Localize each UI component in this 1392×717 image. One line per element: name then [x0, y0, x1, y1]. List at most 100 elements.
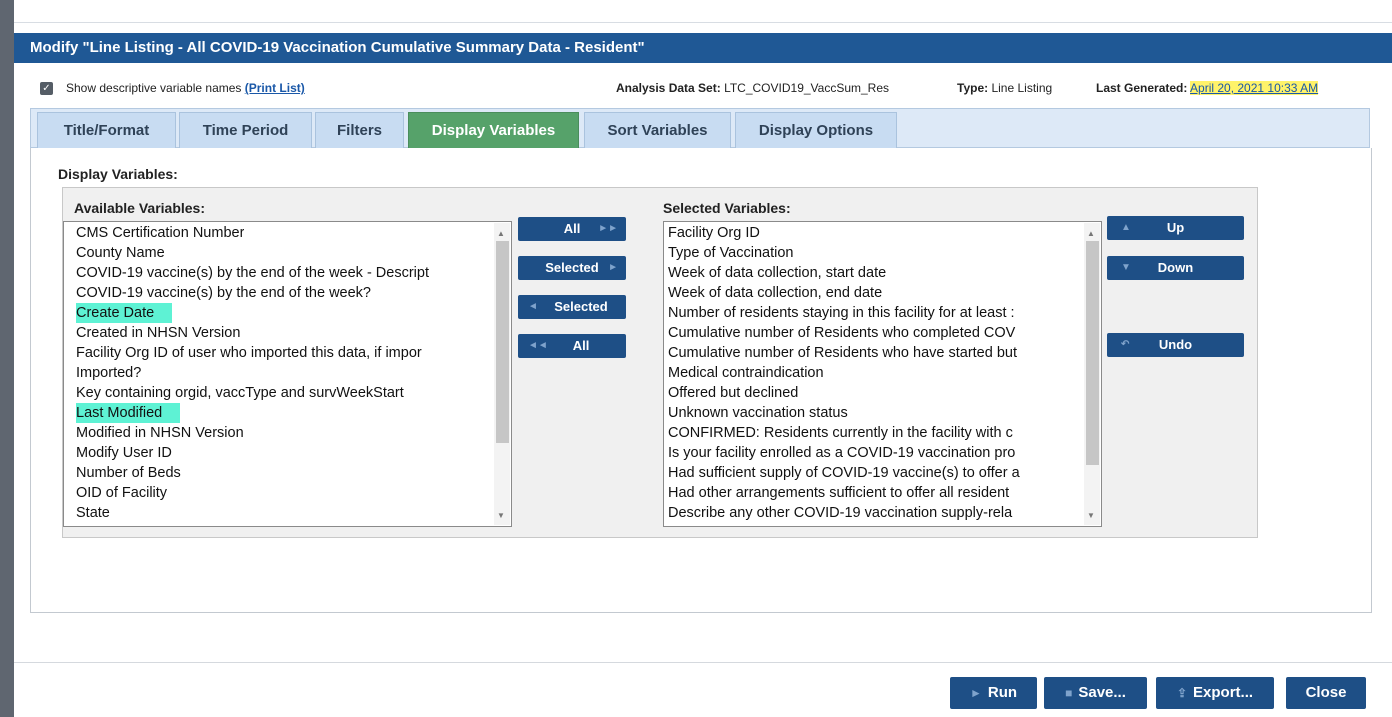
scroll-down-icon[interactable]: ▼: [497, 511, 505, 520]
tab-title-format[interactable]: Title/Format: [37, 112, 176, 148]
tab-display-options[interactable]: Display Options: [735, 112, 897, 148]
show-descriptive-names-label: Show descriptive variable names (Print L…: [66, 81, 305, 95]
list-item[interactable]: COVID-19 vaccine(s) by the end of the we…: [76, 263, 491, 283]
move-up-button[interactable]: ▲ Up: [1107, 216, 1244, 240]
available-variables-label: Available Variables:: [74, 200, 205, 216]
tab-display-variables[interactable]: Display Variables: [408, 112, 579, 148]
list-item[interactable]: Facility Org ID: [668, 223, 760, 243]
scroll-up-icon[interactable]: ▲: [1087, 229, 1095, 238]
save-label: Save...: [1078, 684, 1126, 701]
analysis-value: LTC_COVID19_VaccSum_Res: [724, 81, 890, 95]
list-item[interactable]: OID of Facility: [76, 483, 167, 503]
play-icon: ►: [969, 686, 982, 700]
list-item[interactable]: Is your facility enrolled as a COVID-19 …: [668, 443, 1082, 463]
list-item[interactable]: Offered but declined: [668, 383, 798, 403]
last-generated: Last Generated: April 20, 2021 10:33 AM: [1096, 81, 1319, 95]
list-item[interactable]: COVID-19 vaccine(s) by the end of the we…: [76, 283, 371, 303]
move-down-button[interactable]: ▼ Down: [1107, 256, 1244, 280]
list-item[interactable]: Imported?: [76, 363, 141, 383]
list-item-highlighted[interactable]: Last Modified: [76, 403, 181, 423]
selected-variables-label: Selected Variables:: [663, 200, 791, 216]
move-all-left-button[interactable]: ◄◄ All: [518, 334, 626, 358]
run-label: Run: [987, 684, 1018, 701]
double-arrow-left-icon: ◄◄: [528, 340, 548, 351]
arrow-right-icon: ►: [608, 262, 618, 273]
list-item[interactable]: Created in NHSN Version: [76, 323, 240, 343]
available-variables-list[interactable]: CMS Certification Number County Name COV…: [63, 221, 512, 527]
analysis-label: Analysis Data Set:: [616, 81, 721, 95]
list-item[interactable]: Type of Vaccination: [668, 243, 793, 263]
info-bar: ✓ Show descriptive variable names (Print…: [14, 76, 1392, 100]
arrow-left-icon: ◄: [528, 301, 538, 312]
move-selected-left-label: Selected: [554, 299, 608, 314]
move-up-label: Up: [1166, 220, 1185, 235]
window-left-edge: [0, 0, 14, 717]
list-item[interactable]: Unknown vaccination status: [668, 403, 848, 423]
list-item[interactable]: Week of data collection, start date: [668, 263, 886, 283]
last-generated-value[interactable]: April 20, 2021 10:33 AM: [1190, 81, 1319, 95]
list-item[interactable]: Had sufficient supply of COVID-19 vaccin…: [668, 463, 1082, 483]
close-label: Close: [1305, 684, 1347, 701]
footer-divider: [14, 662, 1392, 663]
move-selected-right-label: Selected: [545, 260, 599, 275]
move-selected-right-button[interactable]: Selected ►: [518, 256, 626, 280]
move-down-label: Down: [1157, 260, 1194, 275]
scroll-up-icon[interactable]: ▲: [497, 229, 505, 238]
list-item[interactable]: Cumulative number of Residents who have …: [668, 343, 1082, 363]
selected-variables-list[interactable]: Facility Org ID Type of Vaccination Week…: [663, 221, 1102, 527]
list-item[interactable]: Number of residents staying in this faci…: [668, 303, 1082, 323]
list-item[interactable]: Modify User ID: [76, 443, 172, 463]
list-item[interactable]: CONFIRMED: Residents currently in the fa…: [668, 423, 1082, 443]
type-label: Type:: [957, 81, 989, 95]
list-item[interactable]: Modified in NHSN Version: [76, 423, 244, 443]
list-item[interactable]: Number of Beds: [76, 463, 181, 483]
list-item[interactable]: Describe any other COVID-19 vaccination …: [668, 503, 1082, 523]
tab-bar: Title/Format Time Period Filters Display…: [30, 108, 1370, 148]
run-button[interactable]: ► Run: [950, 677, 1037, 709]
show-names-text: Show descriptive variable names: [66, 81, 242, 95]
scrollbar-thumb[interactable]: [496, 241, 509, 443]
dialog-title: Modify "Line Listing - All COVID-19 Vacc…: [14, 33, 1392, 63]
tab-filters[interactable]: Filters: [315, 112, 404, 148]
list-item[interactable]: County Name: [76, 243, 165, 263]
type-info: Type: Line Listing: [957, 81, 1052, 95]
list-item[interactable]: State: [76, 503, 110, 523]
arrow-down-icon: ▼: [1121, 262, 1131, 273]
export-icon: ⇪: [1176, 686, 1188, 700]
export-label: Export...: [1193, 684, 1254, 701]
top-strip: [14, 0, 1392, 23]
tab-sort-variables[interactable]: Sort Variables: [584, 112, 731, 148]
last-generated-label: Last Generated:: [1096, 81, 1188, 95]
available-scrollbar[interactable]: ▲ ▼: [494, 223, 510, 525]
move-all-left-label: All: [572, 338, 590, 353]
move-selected-left-button[interactable]: ◄ Selected: [518, 295, 626, 319]
print-list-link[interactable]: (Print List): [245, 81, 305, 95]
undo-icon: ↶: [1121, 339, 1130, 350]
double-arrow-right-icon: ►►: [598, 223, 618, 234]
display-variables-heading: Display Variables:: [58, 166, 178, 182]
list-item[interactable]: Medical contraindication: [668, 363, 824, 383]
list-item[interactable]: Week of data collection, end date: [668, 283, 882, 303]
analysis-data-set: Analysis Data Set: LTC_COVID19_VaccSum_R…: [616, 81, 889, 95]
list-item-highlighted[interactable]: Create Date: [76, 303, 173, 323]
move-all-right-label: All: [563, 221, 581, 236]
undo-button[interactable]: ↶ Undo: [1107, 333, 1244, 357]
list-item[interactable]: Facility Org ID of user who imported thi…: [76, 343, 491, 363]
move-all-right-button[interactable]: All ►►: [518, 217, 626, 241]
arrow-up-icon: ▲: [1121, 222, 1131, 233]
list-item[interactable]: Key containing orgid, vaccType and survW…: [76, 383, 404, 403]
list-item[interactable]: CMS Certification Number: [76, 223, 244, 243]
scroll-down-icon[interactable]: ▼: [1087, 511, 1095, 520]
scrollbar-thumb[interactable]: [1086, 241, 1099, 465]
list-item[interactable]: Had other arrangements sufficient to off…: [668, 483, 1082, 503]
show-descriptive-names-checkbox[interactable]: ✓: [40, 82, 53, 95]
list-item[interactable]: Cumulative number of Residents who compl…: [668, 323, 1082, 343]
export-button[interactable]: ⇪ Export...: [1156, 677, 1274, 709]
undo-label: Undo: [1158, 337, 1193, 352]
save-icon: ■: [1065, 686, 1073, 700]
save-button[interactable]: ■ Save...: [1044, 677, 1147, 709]
tab-time-period[interactable]: Time Period: [179, 112, 312, 148]
close-button[interactable]: Close: [1286, 677, 1366, 709]
selected-scrollbar[interactable]: ▲ ▼: [1084, 223, 1100, 525]
type-value: Line Listing: [991, 81, 1053, 95]
